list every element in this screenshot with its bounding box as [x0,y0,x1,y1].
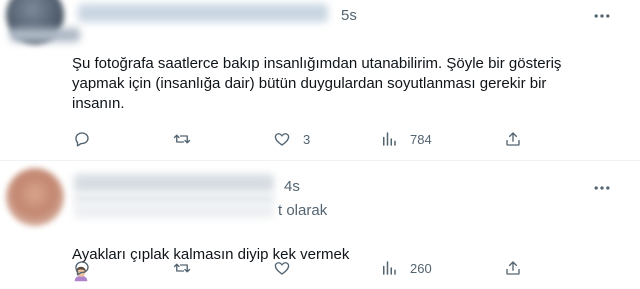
tweet-1: 5s Şu fotoğrafa saatlerce bakıp insanlığ… [0,0,640,160]
views-button[interactable]: 784 [380,129,432,149]
heart-icon [274,133,290,146]
tweet-2: 4s t olarak Ayakları çıplak kalmasın diy… [0,160,640,289]
tweet-text: Şu fotoğrafa saatlerce bakıp insanlığımd… [72,55,562,112]
reply-button[interactable] [73,129,103,149]
user-name-blurred[interactable] [74,174,274,192]
share-icon [506,132,520,146]
views-count: 260 [410,260,432,276]
share-icon [506,261,520,275]
views-button[interactable]: 260 [380,258,432,278]
tweet-text: Ayakları çıplak kalmasın diyip kek verme… [72,225,632,286]
more-options-icon[interactable] [592,178,612,198]
views-icon [383,132,396,146]
retweet-icon [173,134,191,144]
views-count: 784 [410,131,432,147]
retweet-button[interactable] [173,258,203,278]
like-button[interactable] [273,258,303,278]
like-button[interactable]: 3 [273,129,310,149]
heart-icon [274,262,290,275]
user-handle-blurred[interactable] [10,28,80,42]
views-icon [383,261,396,275]
user-handle-blurred[interactable] [74,194,274,204]
reply-context: t olarak [278,202,328,219]
reply-button[interactable] [73,258,103,278]
share-button[interactable] [504,258,522,278]
tweet-timestamp[interactable]: 5s [341,7,357,24]
share-button[interactable] [504,129,522,149]
like-count: 3 [303,131,311,147]
tweet-text-content: Ayakları çıplak kalmasın diyip kek verme… [72,246,350,263]
user-name-blurred[interactable] [78,4,328,22]
tweet-timestamp[interactable]: 4s [284,178,300,195]
reply-icon [75,132,89,147]
retweet-icon [173,263,191,273]
retweet-button[interactable] [173,129,203,149]
avatar[interactable] [6,168,64,226]
reply-icon [75,261,89,276]
reply-context-blurred [74,204,274,218]
more-options-icon[interactable] [592,6,612,26]
